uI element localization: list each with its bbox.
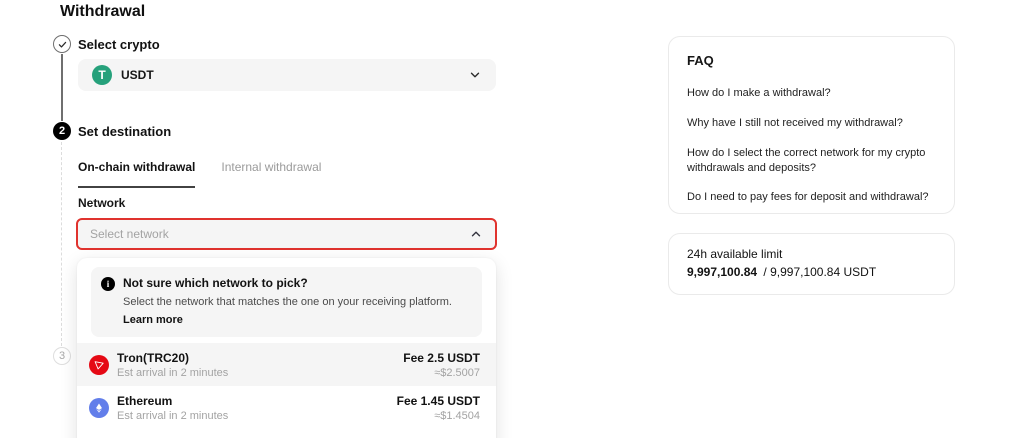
tab-onchain-withdrawal[interactable]: On-chain withdrawal [78,160,196,188]
tabs-divider [78,189,496,190]
network-name: Ethereum [117,393,173,408]
step3-number: 3 [58,350,66,362]
network-fee: Fee 1.45 USDT [396,393,480,408]
tron-icon [89,354,109,375]
chevron-up-icon [469,227,483,241]
network-select-placeholder: Select network [90,227,169,241]
notice-title: Not sure which network to pick? [123,276,308,290]
selected-crypto-label: USDT [121,68,154,82]
limit-label: 24h available limit [687,247,783,261]
crypto-selector[interactable]: T USDT [78,59,496,91]
step3-number-badge: 3 [53,347,71,365]
faq-question[interactable]: How do I make a withdrawal? [687,86,936,101]
step2-number: 2 [58,125,66,137]
network-eta: Est arrival in 2 minutes [117,409,229,422]
check-icon [57,39,68,50]
network-option-tron[interactable]: Tron(TRC20) Est arrival in 2 minutes Fee… [77,343,496,386]
limit-card: 24h available limit 9,997,100.84 / 9,997… [668,233,955,295]
limit-total: / 9,997,100.84 USDT [763,265,877,279]
tab-internal-withdrawal[interactable]: Internal withdrawal [221,160,321,188]
network-notice-box: i Not sure which network to pick? Select… [91,267,482,337]
step1-label: Select crypto [78,37,160,52]
step2-number-badge: 2 [53,122,71,140]
step2-label: Set destination [78,124,172,139]
learn-more-link[interactable]: Learn more [123,314,183,326]
network-fee-usd: ≈$2.5007 [434,366,480,379]
ethereum-icon [89,397,109,418]
faq-question[interactable]: Do I need to pay fees for deposit and wi… [687,190,936,205]
stepper-connector-dashed [61,142,62,346]
stepper-connector-solid [61,54,63,121]
network-option-ethereum[interactable]: Ethereum Est arrival in 2 minutes Fee 1.… [77,386,496,429]
network-field-label: Network [78,196,126,210]
info-icon: i [101,277,115,291]
network-dropdown-panel: i Not sure which network to pick? Select… [77,258,496,438]
network-fee-usd: ≈$1.4504 [434,409,480,422]
faq-question[interactable]: How do I select the correct network for … [687,146,936,176]
network-option-xlayer[interactable]: X X Layer Fee 0.1 USDT [77,429,496,438]
faq-question[interactable]: Why have I still not received my withdra… [687,116,936,131]
faq-title: FAQ [687,53,714,68]
withdrawal-type-tabs: On-chain withdrawal Internal withdrawal [78,160,496,190]
network-name: Tron(TRC20) [117,350,189,365]
network-fee: Fee 2.5 USDT [403,350,480,365]
network-eta: Est arrival in 2 minutes [117,366,229,379]
faq-card: FAQ How do I make a withdrawal? Why have… [668,36,955,214]
chevron-down-icon [468,68,482,82]
tether-icon: T [92,65,112,85]
page-title: Withdrawal [60,3,146,20]
notice-body: Select the network that matches the one … [123,296,452,308]
network-select-field[interactable]: Select network [76,218,497,250]
withdrawal-page: Withdrawal Select crypto T USDT 2 Set de… [0,0,1024,438]
limit-value: 9,997,100.84 / 9,997,100.84 USDT [687,265,936,279]
step1-complete-indicator [53,35,71,53]
limit-used: 9,997,100.84 [687,265,758,279]
